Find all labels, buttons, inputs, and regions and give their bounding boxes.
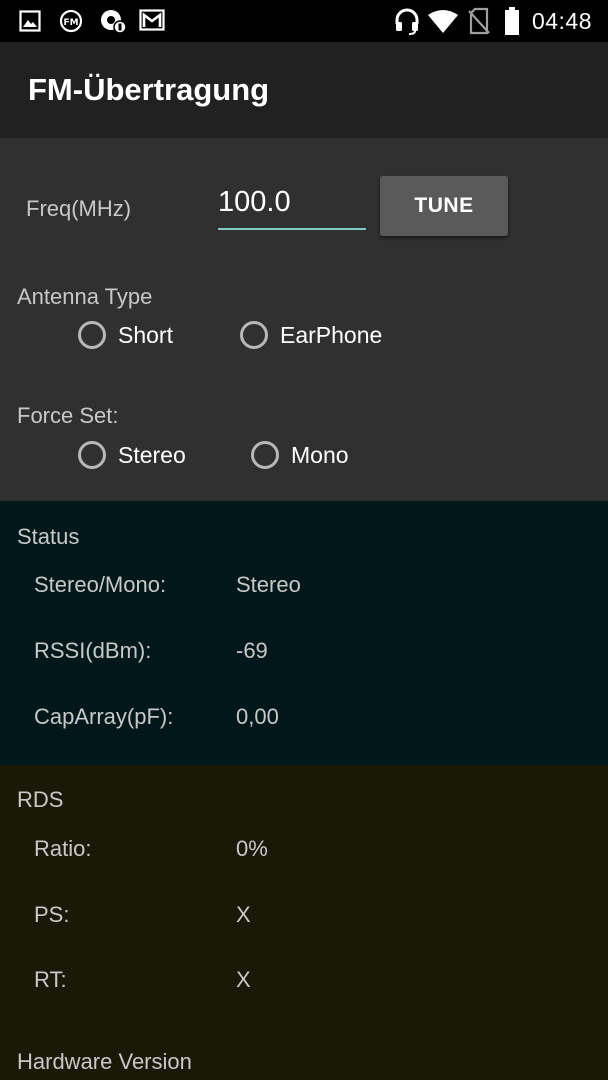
- status-rssi-key: RSSI(dBm):: [34, 638, 152, 663]
- page-title: FM-Übertragung: [28, 72, 270, 107]
- gmail-icon: [139, 9, 165, 36]
- svg-text:FM: FM: [63, 18, 78, 28]
- radio-antenna-short[interactable]: Short: [78, 321, 173, 349]
- radio-circle[interactable]: [240, 321, 268, 349]
- force-set-label: Force Set:: [17, 403, 119, 428]
- radio-force-stereo[interactable]: Stereo: [78, 441, 186, 469]
- status-section: Status Stereo/Mono: Stereo RSSI(dBm): -6…: [0, 501, 608, 765]
- settings-badge-icon: [99, 7, 127, 40]
- status-caparray-value: 0,00: [236, 704, 279, 729]
- tune-button[interactable]: TUNE: [380, 176, 508, 236]
- radio-circle[interactable]: [251, 441, 279, 469]
- rds-title: RDS: [17, 787, 64, 812]
- status-stereo-mono-key: Stereo/Mono:: [34, 572, 167, 597]
- status-caparray-key: CapArray(pF):: [34, 704, 174, 729]
- rds-ratio-value: 0%: [236, 836, 268, 861]
- status-bar: FM 04:48: [0, 0, 608, 42]
- rds-ps-value: X: [236, 902, 251, 927]
- hardware-version-title: Hardware Version: [17, 1049, 192, 1074]
- app-bar: FM-Übertragung: [0, 42, 608, 138]
- clock-time: 04:48: [531, 8, 592, 34]
- status-stereo-mono-value: Stereo: [236, 572, 301, 597]
- radio-antenna-earphone[interactable]: EarPhone: [240, 321, 382, 349]
- status-title: Status: [17, 524, 80, 549]
- radio-label: Short: [118, 321, 173, 348]
- image-icon: [19, 10, 41, 37]
- freq-label: Freq(MHz): [26, 196, 132, 221]
- headset-icon: [393, 7, 421, 40]
- radio-label: Stereo: [118, 441, 186, 468]
- status-rssi-value: -69: [236, 638, 268, 663]
- rds-section: RDS Ratio: 0% PS: X RT: X Hardware Versi…: [0, 765, 608, 1080]
- rds-ratio-key: Ratio:: [34, 836, 92, 861]
- radio-circle[interactable]: [78, 441, 106, 469]
- fm-transmission-screen: FM 04:48 FM-Übertragung Freq(MHz) 100.0 …: [0, 0, 608, 1080]
- radio-label: Mono: [291, 441, 349, 468]
- no-sim-icon: [467, 7, 491, 40]
- rds-ps-key: PS:: [34, 902, 70, 927]
- radio-force-mono[interactable]: Mono: [251, 441, 349, 469]
- frequency-input[interactable]: 100.0: [218, 176, 366, 230]
- rds-rt-key: RT:: [34, 967, 67, 992]
- settings-section: Freq(MHz) 100.0 TUNE Antenna Type Short …: [0, 138, 608, 501]
- battery-icon: [503, 6, 521, 41]
- rds-rt-value: X: [236, 967, 251, 992]
- antenna-type-label: Antenna Type: [17, 284, 153, 309]
- fm-radio-icon: FM: [59, 9, 83, 38]
- wifi-icon: [427, 8, 459, 39]
- radio-label: EarPhone: [280, 321, 383, 348]
- radio-circle[interactable]: [78, 321, 106, 349]
